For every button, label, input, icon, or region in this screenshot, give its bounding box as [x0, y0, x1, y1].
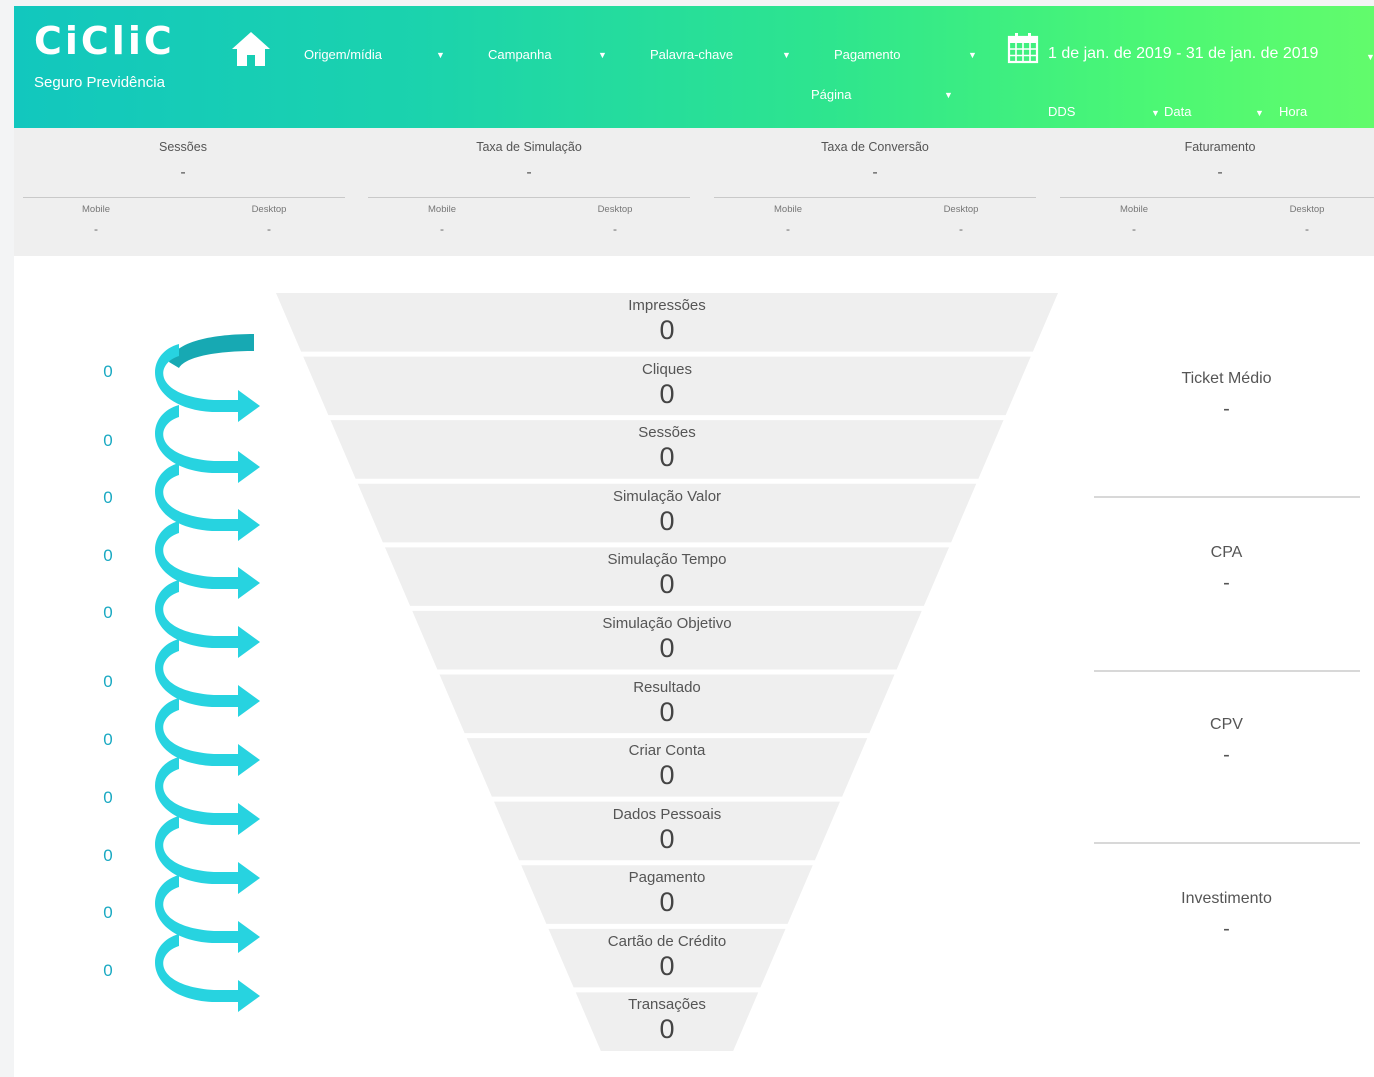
funnel-stage-label: Sessões [638, 424, 696, 442]
funnel-stage-value: 0 [659, 505, 675, 536]
funnel-stage-label: Transações [628, 996, 706, 1014]
funnel-stage-label: Simulação Valor [612, 487, 722, 505]
divider [1094, 670, 1360, 672]
funnel-stage-value: 0 [659, 569, 675, 600]
funnel-stage-label: Resultado [633, 678, 701, 696]
metric-ticket-medio-value: - [1223, 398, 1230, 420]
funnel-stage-value: 0 [659, 760, 675, 791]
funnel-stage-value: 0 [659, 315, 675, 345]
report-page: CiCliC Seguro Previdência Origem/mídia ▼… [14, 6, 1374, 1077]
metric-cpv-label: CPV [1210, 716, 1243, 733]
metric-investimento-label: Investimento [1181, 890, 1272, 907]
conversion-rate: 0 [103, 846, 113, 865]
funnel-stage-label: Simulação Objetivo [602, 614, 732, 632]
funnel-stage-value: 0 [659, 1014, 675, 1045]
conversion-rate: 0 [103, 903, 113, 922]
funnel-stage-value: 0 [659, 887, 675, 918]
funnel-stage-label: Cliques [641, 360, 693, 378]
conversion-rate: 0 [103, 488, 113, 507]
metric-cpa-value: - [1223, 572, 1230, 594]
funnel-stage-value: 0 [659, 950, 675, 981]
conversion-rate: 0 [103, 672, 113, 691]
metric-investimento-value: - [1223, 918, 1230, 940]
metric-ticket-medio-label: Ticket Médio [1181, 370, 1272, 387]
funnel-stage-value: 0 [659, 632, 675, 663]
divider [1094, 842, 1360, 844]
funnel-stage-label: Pagamento [628, 869, 706, 887]
funnel-stage-label: Impressões [628, 297, 706, 314]
metric-cpv-value: - [1223, 744, 1230, 766]
funnel-stage-label: Cartão de Crédito [607, 932, 727, 950]
conversion-rate: 0 [103, 431, 113, 450]
funnel-stage-value: 0 [659, 378, 675, 409]
funnel-stage-value: 0 [659, 442, 675, 473]
funnel-stage-value: 0 [659, 823, 675, 854]
metric-cpa-label: CPA [1210, 544, 1243, 561]
conversion-rate: 0 [103, 546, 113, 565]
funnel-stage-label: Dados Pessoais [612, 805, 722, 823]
funnel-stage-label: Criar Conta [628, 742, 706, 760]
funnel-stage-value: 0 [659, 696, 675, 727]
funnel-stage-label: Simulação Tempo [607, 551, 727, 569]
conversion-rate: 0 [103, 788, 113, 807]
arrow-band-icon [169, 334, 254, 368]
conversion-rate: 0 [103, 603, 113, 622]
conversion-rate: 0 [103, 362, 113, 381]
conversion-rate: 0 [103, 730, 113, 749]
conversion-rate: 0 [103, 961, 113, 980]
divider [1094, 496, 1360, 498]
